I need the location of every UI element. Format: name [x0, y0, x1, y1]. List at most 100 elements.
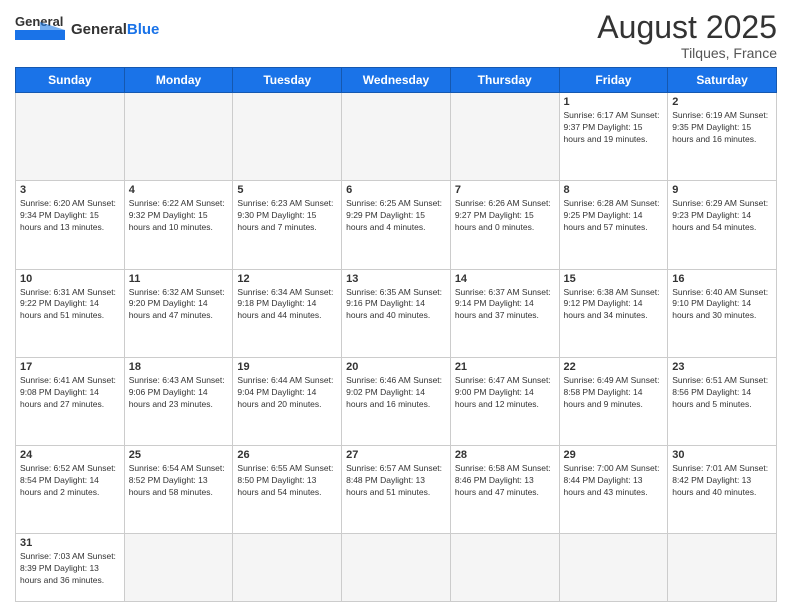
day-info: Sunrise: 6:43 AM Sunset: 9:06 PM Dayligh… [129, 375, 229, 411]
day-info: Sunrise: 6:34 AM Sunset: 9:18 PM Dayligh… [237, 287, 337, 323]
header-thursday: Thursday [450, 68, 559, 93]
table-row: 29 Sunrise: 7:00 AM Sunset: 8:44 PM Dayli… [559, 445, 668, 533]
day-number: 28 [455, 449, 555, 461]
table-row: 3 Sunrise: 6:20 AM Sunset: 9:34 PM Daylig… [16, 181, 125, 269]
day-info: Sunrise: 6:58 AM Sunset: 8:46 PM Dayligh… [455, 463, 555, 499]
day-info: Sunrise: 7:03 AM Sunset: 8:39 PM Dayligh… [20, 551, 120, 587]
day-info: Sunrise: 6:32 AM Sunset: 9:20 PM Dayligh… [129, 287, 229, 323]
calendar-week-row: 31Sunrise: 7:03 AM Sunset: 8:39 PM Dayli… [16, 534, 777, 602]
day-number: 30 [672, 449, 772, 461]
header-wednesday: Wednesday [342, 68, 451, 93]
logo-icon: General [15, 10, 65, 50]
table-row [559, 534, 668, 602]
table-row: 22Sunrise: 6:49 AM Sunset: 8:58 PM Dayli… [559, 357, 668, 445]
day-number: 1 [564, 96, 664, 108]
day-number: 13 [346, 273, 446, 285]
table-row: 27Sunrise: 6:57 AM Sunset: 8:48 PM Dayli… [342, 445, 451, 533]
table-row: 15 Sunrise: 6:38 AM Sunset: 9:12 PM Dayli… [559, 269, 668, 357]
weekday-header-row: Sunday Monday Tuesday Wednesday Thursday… [16, 68, 777, 93]
table-row: 30 Sunrise: 7:01 AM Sunset: 8:42 PM Dayli… [668, 445, 777, 533]
table-row: 13Sunrise: 6:35 AM Sunset: 9:16 PM Dayli… [342, 269, 451, 357]
month-title: August 2025 [597, 10, 777, 45]
day-number: 16 [672, 273, 772, 285]
table-row: 8 Sunrise: 6:28 AM Sunset: 9:25 PM Daylig… [559, 181, 668, 269]
title-section: August 2025 Tilques, France [597, 10, 777, 61]
day-number: 8 [564, 184, 664, 196]
day-info: Sunrise: 6:29 AM Sunset: 9:23 PM Dayligh… [672, 198, 772, 234]
table-row: 1 Sunrise: 6:17 AM Sunset: 9:37 PM Daylig… [559, 93, 668, 181]
table-row: 4 Sunrise: 6:22 AM Sunset: 9:32 PM Daylig… [124, 181, 233, 269]
table-row: 14 Sunrise: 6:37 AM Sunset: 9:14 PM Dayli… [450, 269, 559, 357]
day-number: 21 [455, 361, 555, 373]
location: Tilques, France [597, 45, 777, 61]
table-row [450, 93, 559, 181]
header-saturday: Saturday [668, 68, 777, 93]
table-row: 5 Sunrise: 6:23 AM Sunset: 9:30 PM Daylig… [233, 181, 342, 269]
table-row: 17 Sunrise: 6:41 AM Sunset: 9:08 PM Dayli… [16, 357, 125, 445]
calendar-week-row: 10Sunrise: 6:31 AM Sunset: 9:22 PM Dayli… [16, 269, 777, 357]
day-info: Sunrise: 6:19 AM Sunset: 9:35 PM Dayligh… [672, 110, 772, 146]
day-number: 4 [129, 184, 229, 196]
day-info: Sunrise: 7:01 AM Sunset: 8:42 PM Dayligh… [672, 463, 772, 499]
day-info: Sunrise: 6:22 AM Sunset: 9:32 PM Dayligh… [129, 198, 229, 234]
day-info: Sunrise: 6:31 AM Sunset: 9:22 PM Dayligh… [20, 287, 120, 323]
table-row: 9Sunrise: 6:29 AM Sunset: 9:23 PM Daylig… [668, 181, 777, 269]
day-number: 3 [20, 184, 120, 196]
logo-blue: Blue [127, 21, 160, 38]
table-row: 12 Sunrise: 6:34 AM Sunset: 9:18 PM Dayli… [233, 269, 342, 357]
day-info: Sunrise: 6:25 AM Sunset: 9:29 PM Dayligh… [346, 198, 446, 234]
table-row: 25Sunrise: 6:54 AM Sunset: 8:52 PM Dayli… [124, 445, 233, 533]
table-row: 28 Sunrise: 6:58 AM Sunset: 8:46 PM Dayli… [450, 445, 559, 533]
table-row: 19 Sunrise: 6:44 AM Sunset: 9:04 PM Dayli… [233, 357, 342, 445]
header-sunday: Sunday [16, 68, 125, 93]
day-info: Sunrise: 6:20 AM Sunset: 9:34 PM Dayligh… [20, 198, 120, 234]
day-number: 7 [455, 184, 555, 196]
table-row [233, 534, 342, 602]
day-info: Sunrise: 6:54 AM Sunset: 8:52 PM Dayligh… [129, 463, 229, 499]
calendar-week-row: 17 Sunrise: 6:41 AM Sunset: 9:08 PM Dayli… [16, 357, 777, 445]
day-info: Sunrise: 6:46 AM Sunset: 9:02 PM Dayligh… [346, 375, 446, 411]
table-row: 31Sunrise: 7:03 AM Sunset: 8:39 PM Dayli… [16, 534, 125, 602]
table-row [450, 534, 559, 602]
day-number: 11 [129, 273, 229, 285]
logo: General GeneralBlue [15, 10, 159, 50]
table-row [342, 534, 451, 602]
table-row: 20 Sunrise: 6:46 AM Sunset: 9:02 PM Dayli… [342, 357, 451, 445]
day-info: Sunrise: 6:37 AM Sunset: 9:14 PM Dayligh… [455, 287, 555, 323]
logo-general: General [71, 21, 127, 38]
day-number: 5 [237, 184, 337, 196]
table-row: 26 Sunrise: 6:55 AM Sunset: 8:50 PM Dayli… [233, 445, 342, 533]
day-number: 6 [346, 184, 446, 196]
day-number: 24 [20, 449, 120, 461]
day-info: Sunrise: 6:44 AM Sunset: 9:04 PM Dayligh… [237, 375, 337, 411]
day-number: 27 [346, 449, 446, 461]
day-number: 12 [237, 273, 337, 285]
day-info: Sunrise: 6:55 AM Sunset: 8:50 PM Dayligh… [237, 463, 337, 499]
day-number: 29 [564, 449, 664, 461]
table-row: 6 Sunrise: 6:25 AM Sunset: 9:29 PM Daylig… [342, 181, 451, 269]
day-info: Sunrise: 6:28 AM Sunset: 9:25 PM Dayligh… [564, 198, 664, 234]
table-row [668, 534, 777, 602]
day-info: Sunrise: 6:23 AM Sunset: 9:30 PM Dayligh… [237, 198, 337, 234]
day-number: 19 [237, 361, 337, 373]
calendar: Sunday Monday Tuesday Wednesday Thursday… [15, 67, 777, 602]
day-info: Sunrise: 6:38 AM Sunset: 9:12 PM Dayligh… [564, 287, 664, 323]
day-number: 23 [672, 361, 772, 373]
day-info: Sunrise: 6:17 AM Sunset: 9:37 PM Dayligh… [564, 110, 664, 146]
calendar-week-row: 24Sunrise: 6:52 AM Sunset: 8:54 PM Dayli… [16, 445, 777, 533]
table-row [124, 93, 233, 181]
day-number: 20 [346, 361, 446, 373]
table-row: 2 Sunrise: 6:19 AM Sunset: 9:35 PM Daylig… [668, 93, 777, 181]
day-number: 15 [564, 273, 664, 285]
day-number: 22 [564, 361, 664, 373]
day-info: Sunrise: 6:51 AM Sunset: 8:56 PM Dayligh… [672, 375, 772, 411]
day-info: Sunrise: 6:26 AM Sunset: 9:27 PM Dayligh… [455, 198, 555, 234]
day-number: 14 [455, 273, 555, 285]
table-row: 23 Sunrise: 6:51 AM Sunset: 8:56 PM Dayli… [668, 357, 777, 445]
day-info: Sunrise: 6:40 AM Sunset: 9:10 PM Dayligh… [672, 287, 772, 323]
day-info: Sunrise: 6:41 AM Sunset: 9:08 PM Dayligh… [20, 375, 120, 411]
day-info: Sunrise: 7:00 AM Sunset: 8:44 PM Dayligh… [564, 463, 664, 499]
day-number: 17 [20, 361, 120, 373]
day-number: 2 [672, 96, 772, 108]
day-number: 26 [237, 449, 337, 461]
